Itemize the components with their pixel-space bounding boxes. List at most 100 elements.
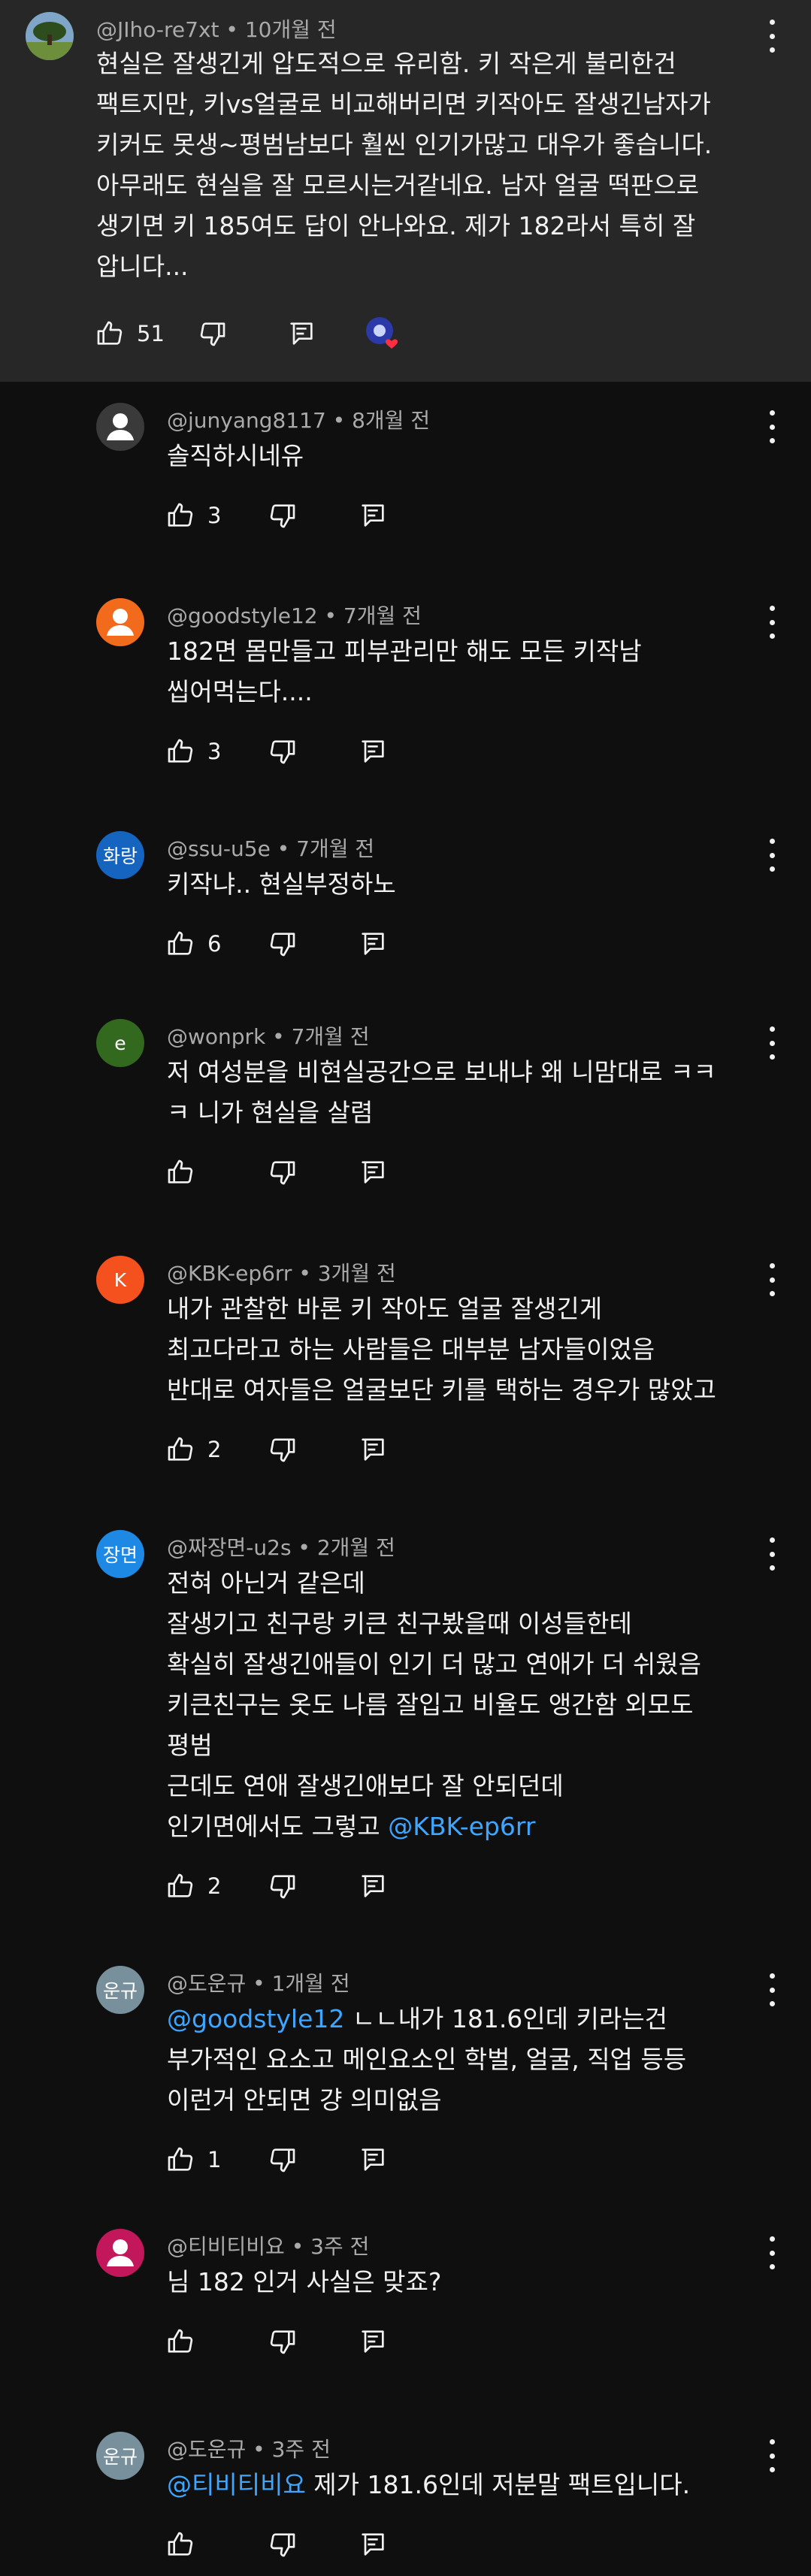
author-avatar[interactable]: e — [96, 1019, 144, 1067]
tree-avatar-image — [26, 12, 74, 60]
comment-line: ㅋ 니가 현실을 살렴 — [167, 1098, 374, 1127]
like-count: 3 — [207, 503, 222, 528]
like-count: 3 — [207, 739, 222, 764]
like-icon[interactable] — [92, 316, 128, 352]
dislike-icon[interactable] — [265, 2324, 301, 2360]
comment-line: 생기면 키 185여도 답이 안나와요. 제가 182라서 특히 잘 — [96, 211, 696, 240]
like-icon[interactable] — [162, 2324, 198, 2360]
like-icon[interactable] — [162, 733, 198, 769]
author-avatar[interactable]: 운규 — [96, 1966, 144, 2014]
author-avatar[interactable] — [96, 2229, 144, 2277]
mention-link[interactable]: @KBK-ep6rr — [388, 1812, 535, 1841]
comment-text: 저 여성분을 비현실공간으로 보내냐 왜 니맘대로 ㅋㅋㅋ 니가 현실을 살렴 — [167, 1052, 811, 1133]
comment-text: 전혀 아닌거 같은데 잘생기고 친구랑 키큰 친구봤을때 이성들한테 확실히 잘생긴… — [167, 1563, 811, 1847]
like-icon[interactable] — [162, 926, 198, 962]
comment-line: 씹어먹는다.... — [167, 677, 313, 706]
comment-line: 현실은 잘생긴게 압도적으로 유리함. 키 작은게 불리한건 — [96, 49, 676, 78]
person-icon — [107, 609, 134, 636]
comment-line: 저 여성분을 비현실공간으로 보내냐 왜 니맘대로 ㅋㅋ — [167, 1057, 716, 1087]
like-icon[interactable] — [162, 1154, 198, 1190]
comment-line: 키작냐.. 현실부정하노 — [167, 869, 396, 899]
like-count: 2 — [207, 1873, 222, 1899]
dislike-icon[interactable] — [265, 1154, 301, 1190]
comment-line: 전혀 아닌거 같은데 — [167, 1568, 365, 1598]
comment-actions — [162, 1154, 391, 1190]
author-avatar[interactable]: K — [96, 1256, 144, 1304]
like-icon[interactable] — [162, 2526, 198, 2562]
comment-line: @goodstyle12 ㄴㄴ내가 181.6인데 키라는건 — [167, 1999, 811, 2039]
dislike-icon[interactable] — [265, 1868, 301, 1904]
author-meta[interactable]: @티비티비요 • 3주 전 — [167, 2230, 369, 2260]
reply-icon[interactable] — [355, 2526, 391, 2562]
comment-line: 근데도 연애 잘생긴애보다 잘 안되던데 — [167, 1771, 564, 1800]
author-avatar[interactable] — [96, 598, 144, 646]
dislike-icon[interactable] — [265, 2526, 301, 2562]
reply-icon[interactable] — [355, 1154, 391, 1190]
comment-line: 부가적인 요소고 메인요소인 학벌, 얼굴, 직업 등등 — [167, 2045, 687, 2074]
author-avatar[interactable] — [96, 403, 144, 451]
dislike-icon[interactable] — [265, 497, 301, 534]
reply-icon[interactable] — [355, 1868, 391, 1904]
author-meta[interactable]: @JIho-re7xt • 10개월 전 — [96, 14, 337, 44]
author-meta[interactable]: @도운규 • 1개월 전 — [167, 1967, 350, 1997]
author-meta[interactable]: @도운규 • 3주 전 — [167, 2433, 331, 2463]
comment-text: 내가 관찰한 바론 키 작아도 얼굴 잘생긴게 최고다라고 하는 사람들은 대부분… — [167, 1289, 811, 1410]
reply-icon[interactable] — [355, 733, 391, 769]
dislike-icon[interactable] — [195, 316, 231, 352]
comment-line: 182면 몸만들고 피부관리만 해도 모든 키작남 — [167, 636, 642, 666]
comment-text: 키작냐.. 현실부정하노 — [167, 864, 811, 905]
like-count: 6 — [207, 931, 222, 957]
like-icon[interactable] — [162, 497, 198, 534]
mention-link[interactable]: @티비티비요 — [167, 2470, 306, 2499]
comment-actions — [162, 2526, 391, 2562]
reply-icon[interactable] — [283, 316, 319, 352]
comment-text: 182면 몸만들고 피부관리만 해도 모든 키작남씹어먹는다.... — [167, 631, 811, 712]
dislike-icon[interactable] — [265, 2142, 301, 2178]
comment-actions: 3 — [162, 497, 391, 534]
author-avatar[interactable]: 화랑 — [96, 831, 144, 879]
author-meta[interactable]: @wonprk • 7개월 전 — [167, 1020, 370, 1051]
dislike-icon[interactable] — [265, 1432, 301, 1468]
comment-actions: 2 — [162, 1868, 391, 1904]
like-icon[interactable] — [162, 1868, 198, 1904]
reply-icon[interactable] — [355, 1432, 391, 1468]
author-avatar[interactable]: 장면 — [96, 1530, 144, 1578]
comment-actions: 2 — [162, 1432, 391, 1468]
comment-line: 압니다... — [96, 252, 189, 281]
comment-line: 인기면에서도 그렇고 @KBK-ep6rr — [167, 1807, 811, 1847]
reply-icon[interactable] — [355, 926, 391, 962]
like-icon[interactable] — [162, 2142, 198, 2178]
comment-line: 평범 — [167, 1731, 213, 1760]
dislike-icon[interactable] — [265, 733, 301, 769]
comment-actions: 3 — [162, 733, 391, 769]
author-meta[interactable]: @ssu-u5e • 7개월 전 — [167, 833, 374, 863]
comment-line-text: 제가 181.6인데 저분말 팩트입니다. — [305, 2470, 691, 2499]
dislike-icon[interactable] — [265, 926, 301, 962]
author-meta[interactable]: @KBK-ep6rr • 3개월 전 — [167, 1257, 396, 1287]
like-count: 51 — [137, 321, 165, 346]
like-icon[interactable] — [162, 1432, 198, 1468]
comment-line-text: 인기면에서도 그렇고 — [167, 1812, 389, 1841]
author-meta[interactable]: @goodstyle12 • 7개월 전 — [167, 600, 422, 630]
comment-line: 확실히 잘생긴애들이 인기 더 많고 연애가 더 쉬웠음 — [167, 1649, 701, 1679]
reply-icon[interactable] — [355, 2324, 391, 2360]
comment-line: @티비티비요 제가 181.6인데 저분말 팩트입니다. — [167, 2465, 811, 2505]
comment-actions: 6 — [162, 926, 391, 962]
author-meta[interactable]: @junyang8117 • 8개월 전 — [167, 404, 430, 434]
like-count: 2 — [207, 1437, 222, 1462]
reply-icon[interactable] — [355, 2142, 391, 2178]
creator-heart-icon — [365, 316, 401, 352]
comment-line: 솔직하시네유 — [167, 441, 304, 470]
comment-line: 키큰친구는 옷도 나름 잘입고 비율도 앵간함 외모도 — [167, 1690, 694, 1719]
mention-link[interactable]: @goodstyle12 — [167, 2004, 344, 2033]
comment-actions — [162, 2324, 391, 2360]
comment-line-text: ㄴㄴ내가 181.6인데 키라는건 — [344, 2004, 667, 2033]
like-count: 1 — [207, 2147, 222, 2172]
comment-text: @goodstyle12 ㄴㄴ내가 181.6인데 키라는건부가적인 요소고 메… — [167, 1999, 811, 2121]
author-avatar[interactable] — [26, 12, 74, 60]
author-avatar[interactable]: 운규 — [96, 2432, 144, 2480]
author-meta[interactable]: @짜장면-u2s • 2개월 전 — [167, 1531, 395, 1562]
parent-comment: @JIho-re7xt • 10개월 전 현실은 잘생긴게 압도적으로 유리함.… — [0, 0, 811, 382]
comment-text: 님 182 인거 사실은 맞죠? — [167, 2262, 811, 2302]
reply-icon[interactable] — [355, 497, 391, 534]
